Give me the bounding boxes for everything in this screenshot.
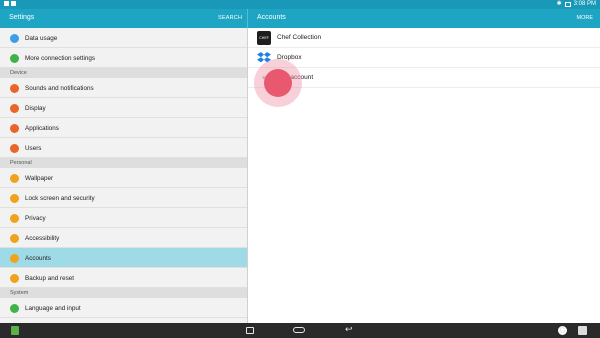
settings-item-label: Wallpaper [25,174,54,182]
settings-item-language-and-input[interactable]: Language and input [0,298,247,318]
connection-icon [10,53,19,63]
recent-apps-icon[interactable] [246,327,254,334]
settings-item-accounts[interactable]: Accounts [0,248,247,268]
status-bar: ✱ 3:08 PM [0,0,600,9]
gallery-icon[interactable] [578,326,587,335]
bluetooth-icon: ✱ [556,1,562,7]
settings-item-label: Data usage [25,34,58,42]
settings-item-privacy[interactable]: Privacy [0,208,247,228]
more-button[interactable]: MORE [577,15,594,21]
accessibility-icon [10,233,19,243]
account-item-label: Chef Collection [277,34,322,41]
clock: 3:08 PM [573,1,596,7]
image-notification-icon [11,1,16,6]
notification-icons [4,1,16,6]
settings-item-label: More connection settings [25,54,96,62]
backup-icon [10,273,19,283]
app-launcher-icon[interactable] [11,326,19,335]
settings-item-display[interactable]: Display [0,98,247,118]
action-bar: Settings SEARCH Accounts MORE [0,9,600,28]
lock-icon [10,193,19,203]
settings-item-label: Display [25,104,46,112]
row-separator [0,67,247,68]
settings-item-more-connection-settings[interactable]: More connection settings [0,48,247,68]
back-button-icon[interactable]: ↩ [345,325,353,334]
settings-item-label: Users [25,144,42,152]
header-divider [247,9,248,28]
settings-item-applications[interactable]: Applications [0,118,247,138]
accounts-title: Accounts [257,14,286,21]
navigation-bar: ↩ G [0,323,600,338]
settings-item-label: Backup and reset [25,274,75,282]
home-button-icon[interactable] [293,327,305,333]
settings-item-label: Privacy [25,214,46,222]
wallpaper-icon [10,173,19,183]
google-icon[interactable]: G [558,326,567,335]
section-header-device: Device [0,68,247,78]
chef-collection-icon: CHEF [257,30,271,45]
settings-item-backup-and-reset[interactable]: Backup and reset [0,268,247,288]
accounts-list: CHEFChef CollectionDropbox+Add account [248,28,600,323]
language-icon [10,303,19,313]
settings-item-label: Lock screen and security [25,194,95,202]
accounts-icon [10,253,19,263]
applications-icon [10,123,19,133]
section-header-personal: Personal [0,158,247,168]
settings-item-sounds-and-notifications[interactable]: Sounds and notifications [0,78,247,98]
settings-item-accessibility[interactable]: Accessibility [0,228,247,248]
search-button[interactable]: SEARCH [218,15,242,21]
sound-icon [10,83,19,93]
account-item-chef-collection[interactable]: CHEF Chef Collection [248,28,600,48]
settings-item-label: Applications [25,124,59,132]
users-icon [10,143,19,153]
settings-item-users[interactable]: Users [0,138,247,158]
settings-list[interactable]: Data usage More connection settings Device… [0,28,247,323]
privacy-icon [10,213,19,223]
settings-item-wallpaper[interactable]: Wallpaper [0,168,247,188]
account-item-dropbox[interactable]: Dropbox [248,48,600,68]
settings-item-label: Accessibility [25,234,60,242]
settings-item-lock-screen-and-security[interactable]: Lock screen and security [0,188,247,208]
status-right: ✱ 3:08 PM [557,1,596,8]
notification-icon [4,1,9,6]
row-separator [0,317,247,318]
settings-item-label: Accounts [25,254,51,262]
row-separator [0,287,247,288]
touch-point [264,69,292,97]
settings-item-label: Sounds and notifications [25,84,94,92]
settings-item-label: Language and input [25,304,81,312]
battery-icon [564,2,571,7]
row-separator [0,157,247,158]
data-usage-icon [10,33,19,43]
settings-title: Settings [9,14,35,21]
section-header-system: System [0,288,247,298]
display-icon [10,103,19,113]
settings-item-data-usage[interactable]: Data usage [0,28,247,48]
